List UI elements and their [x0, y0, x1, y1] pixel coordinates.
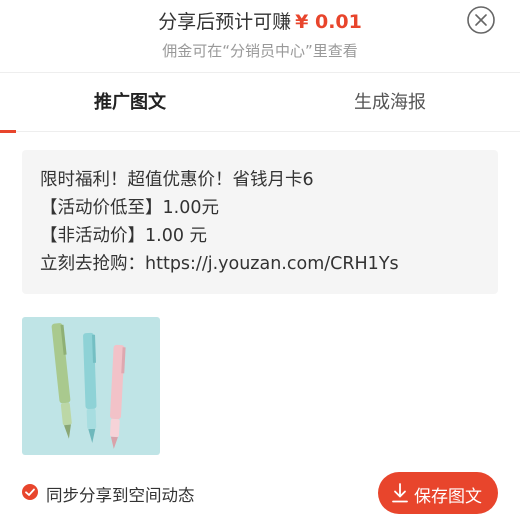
tab-generate-poster[interactable]: 生成海报 — [260, 73, 520, 133]
share-footer: 同步分享到空间动态 保存图文 — [0, 470, 520, 521]
save-button[interactable]: 保存图文 — [378, 472, 498, 514]
active-tab-indicator — [0, 130, 16, 133]
promo-line: 立刻去抢购：https://j.youzan.com/CRH1Ys — [40, 254, 399, 274]
earn-estimate: 分享后预计可赚 ¥ 0.01 — [0, 7, 520, 34]
tab-promo-text[interactable]: 推广图文 — [0, 73, 260, 133]
close-button[interactable] — [466, 5, 496, 35]
download-icon — [392, 483, 408, 503]
earn-amount: ¥ 0.01 — [295, 11, 362, 33]
share-tabs: 推广图文 生成海报 — [0, 72, 520, 133]
promo-line: 【活动价低至】1.00元 — [40, 198, 219, 218]
check-icon — [25, 488, 35, 496]
sync-label: 同步分享到空间动态 — [46, 486, 195, 505]
commission-note: 佣金可在“分销员中心”里查看 — [162, 42, 358, 60]
pens-product-image — [22, 317, 160, 455]
sync-checkbox[interactable] — [22, 484, 38, 500]
share-header: 分享后预计可赚 ¥ 0.01 佣金可在“分销员中心”里查看 — [0, 0, 520, 72]
save-label: 保存图文 — [414, 487, 482, 507]
promo-line: 【非活动价】1.00 元 — [40, 226, 208, 246]
promo-line: 限时福利！超值优惠价！省钱月卡6 — [40, 170, 314, 190]
earn-text: 分享后预计可赚 — [158, 11, 292, 33]
close-circle-icon — [467, 6, 495, 34]
product-image[interactable] — [22, 317, 160, 455]
promo-text-card[interactable]: 限时福利！超值优惠价！省钱月卡6 【活动价低至】1.00元 【非活动价】1.00… — [22, 150, 498, 294]
